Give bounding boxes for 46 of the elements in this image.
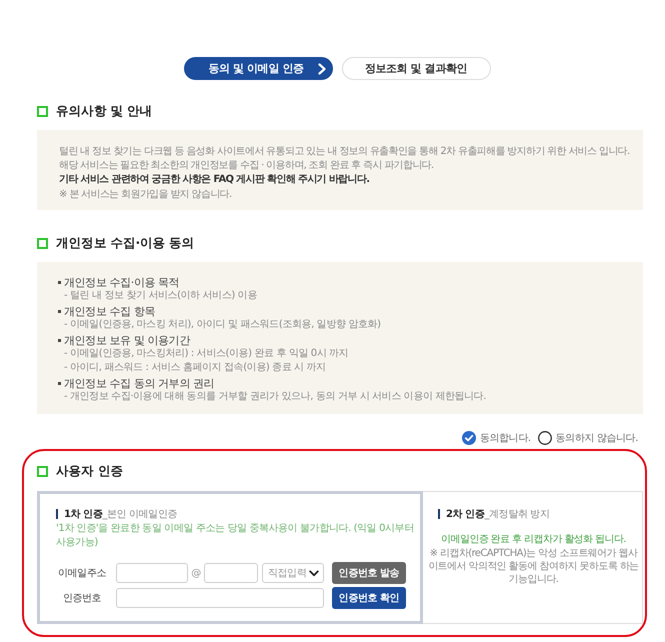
email-input[interactable] bbox=[116, 563, 188, 583]
step-tab[interactable]: 동의 및 이메일 인증 bbox=[184, 57, 332, 80]
send-code-button[interactable]: 인증번호 발송 bbox=[332, 562, 406, 584]
bullet-icon bbox=[58, 310, 61, 312]
title-marker-icon bbox=[56, 509, 58, 519]
info-text: ※ 리캡차(reCAPTCHA)는 악성 소프트웨어가 웹사이트에서 악의적인 활동에 참여하지 못하도록 하는 기능입니다. bbox=[428, 547, 639, 586]
agree-option[interactable]: 동의합니다. bbox=[462, 430, 531, 446]
step-tab[interactable]: 정보조회 및 결과확인 bbox=[342, 57, 490, 80]
consent-item-detail: - 이메일(인증용, 마스킹 처리), 아이디 및 패스워드(조회용, 일방향 암호화) bbox=[63, 318, 382, 332]
consent-item-detail: - 털린 내 정보 찾기 서비스(이하 서비스) 이용 bbox=[63, 289, 258, 303]
at-sign: @ bbox=[190, 568, 202, 578]
agree-option[interactable]: 동의하지 않습니다. bbox=[538, 430, 638, 446]
status-text: 이메일인증 완료 후 리캡차가 활성화 됩니다. bbox=[440, 533, 627, 547]
field-label: 이메일주소 bbox=[56, 567, 107, 580]
consent-item-heading: 개인정보 수집 동의 거부의 권리 bbox=[64, 376, 214, 390]
section-title: 유의사항 및 안내 bbox=[56, 102, 152, 120]
title-marker-icon bbox=[438, 509, 440, 519]
bullet-icon bbox=[58, 280, 61, 284]
consent-item-heading: 개인정보 수집·이용 목적 bbox=[64, 274, 180, 290]
field-label: 인증번호 bbox=[62, 592, 102, 605]
domain-input[interactable] bbox=[204, 563, 258, 583]
notice-text: 털린 내 정보 찾기는 다크웹 등 음성화 사이트에서 유통되고 있는 내 정보의 유출확인을 통해 2차 유출피해를 방지하기 위한 서비스 입니다. bbox=[59, 145, 631, 159]
consent-item-heading: 개인정보 수집 항목 bbox=[64, 304, 155, 318]
notice-text: 기타 서비스 관련하여 궁금한 사항은 FAQ 게시판 확인해 주시기 바랍니다. bbox=[59, 173, 370, 187]
notice-text: '1차 인증'을 완료한 동일 이메일 주소는 당일 중복사용이 불가합니다. (익일 0시부터 사용가능) bbox=[56, 522, 414, 550]
notice-text: 해당 서비스는 필요한 최소한의 개인정보를 수집 · 이용하며, 조회 완료 후 즉시 파기합니다. bbox=[59, 159, 435, 173]
consent-item-detail: - 아이디, 패스워드 : 서비스 홈페이지 접속(이용) 종료 시 까지 bbox=[63, 361, 327, 375]
consent-item-detail: - 개인정보 수집·이용에 대해 동의를 거부할 권리가 있으나, 동의 거부 시 서비스 이용이 제한됩니다. bbox=[63, 390, 488, 404]
section-title: 사용자 인증 bbox=[56, 462, 123, 480]
square-marker-icon bbox=[37, 238, 48, 248]
panel-title: 1차 인증 bbox=[64, 508, 102, 521]
notice-text: ※ 본 서비스는 회원가입을 받지 않습니다. bbox=[59, 188, 233, 202]
panel-subtitle: _계정탈취 방지 bbox=[484, 508, 550, 521]
chevron-right-icon bbox=[318, 62, 326, 74]
square-marker-icon bbox=[37, 466, 48, 476]
panel-subtitle: _본인 이메일인증 bbox=[102, 508, 178, 521]
consent-item-detail: - 이메일(인증용, 마스킹처리) : 서비스(이용) 완료 후 익일 0시 까지 bbox=[63, 347, 350, 361]
code-input[interactable] bbox=[116, 588, 324, 608]
bullet-icon bbox=[58, 338, 61, 342]
section-title: 개인정보 수집·이용 동의 bbox=[56, 234, 194, 252]
chevron-down-icon bbox=[309, 570, 319, 576]
confirm-code-button[interactable]: 인증번호 확인 bbox=[332, 587, 406, 609]
consent-item-heading: 개인정보 보유 및 이용기간 bbox=[64, 332, 190, 348]
panel-title: 2차 인증 bbox=[446, 508, 484, 521]
bullet-icon bbox=[58, 382, 61, 384]
square-marker-icon bbox=[37, 106, 48, 116]
